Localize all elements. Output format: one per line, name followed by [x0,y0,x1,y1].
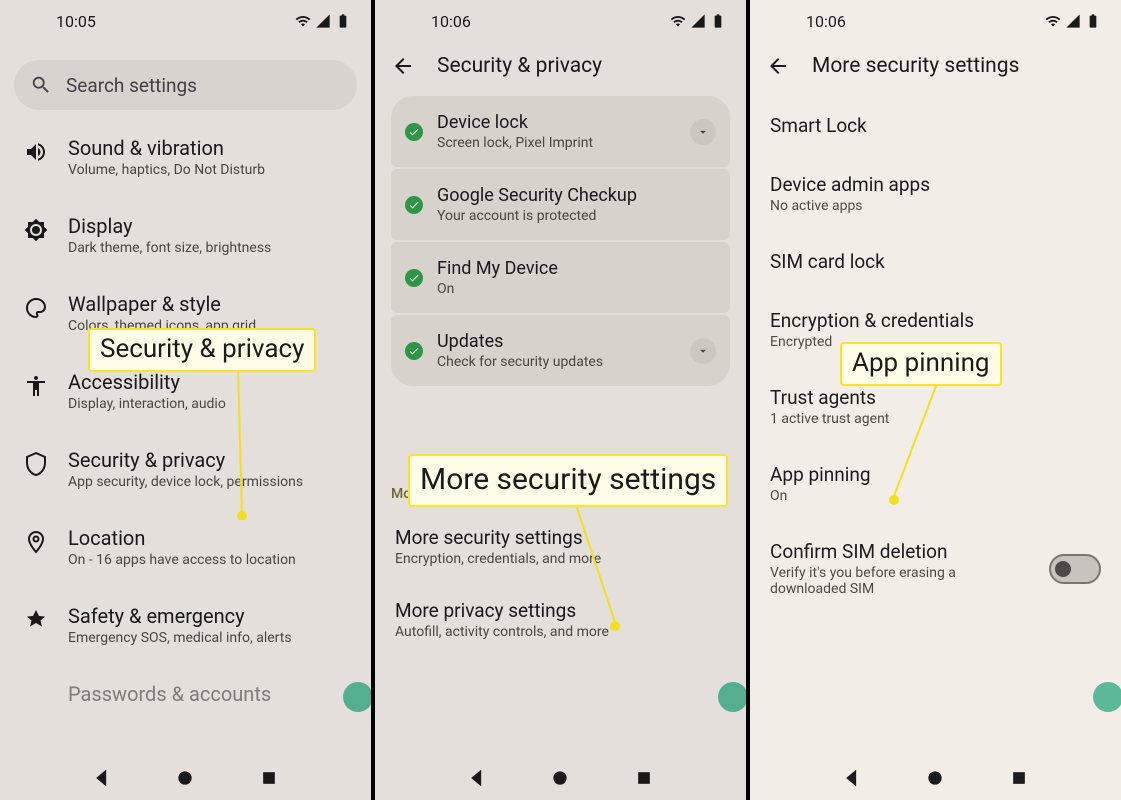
nav-bar [0,756,371,800]
search-icon [30,74,52,96]
accessibility-icon [24,374,48,398]
fab-button[interactable] [1093,682,1121,712]
brightness-icon [24,218,48,242]
row-confirm-sim-deletion[interactable]: Confirm SIM deletionVerify it's you befo… [750,522,1121,615]
menu-sound-vibration[interactable]: Sound & vibrationVolume, haptics, Do Not… [0,118,371,196]
row-device-admin[interactable]: Device admin appsNo active apps [750,155,1121,232]
clock: 10:06 [431,12,471,31]
status-bar: 10:06 [750,0,1121,40]
volume-icon [24,140,48,164]
row-app-pinning[interactable]: App pinningOn [750,445,1121,522]
location-icon [24,530,48,554]
fab-button[interactable] [718,682,746,712]
nav-recents-icon[interactable] [1009,768,1029,788]
battery-icon [1085,13,1101,29]
back-arrow-icon[interactable] [391,54,415,78]
card-google-checkup[interactable]: Google Security CheckupYour account is p… [391,169,730,240]
status-icons [295,13,351,29]
signal-icon [315,13,331,29]
card-device-lock[interactable]: Device lockScreen lock, Pixel Imprint [391,96,730,167]
chevron-down-icon[interactable] [690,338,716,364]
row-sim-lock[interactable]: SIM card lock [750,232,1121,291]
battery-icon [335,13,351,29]
nav-home-icon[interactable] [925,768,945,788]
nav-bar [750,756,1121,800]
chevron-down-icon[interactable] [690,119,716,145]
nav-back-icon[interactable] [92,768,112,788]
status-bar: 10:05 [0,0,371,40]
check-icon [405,123,423,141]
menu-location[interactable]: LocationOn - 16 apps have access to loca… [0,508,371,586]
key-icon [24,686,48,710]
search-placeholder: Search settings [66,74,197,97]
phone-screen-more-security: 10:06 More security settings Smart Lock … [750,0,1121,800]
check-icon [405,196,423,214]
settings-list: Sound & vibrationVolume, haptics, Do Not… [0,118,371,728]
callout-security-privacy: Security & privacy [88,328,316,372]
phone-screen-settings: 10:05 Search settings Sound & vibrationV… [0,0,371,800]
wifi-icon [1045,13,1061,29]
battery-icon [710,13,726,29]
nav-back-icon[interactable] [842,768,862,788]
app-bar: More security settings [750,40,1121,96]
wifi-icon [670,13,686,29]
card-updates[interactable]: UpdatesCheck for security updates [391,315,730,386]
signal-icon [690,13,706,29]
card-find-my-device[interactable]: Find My DeviceOn [391,242,730,313]
nav-home-icon[interactable] [550,768,570,788]
menu-safety-emergency[interactable]: Safety & emergencyEmergency SOS, medical… [0,586,371,664]
menu-display[interactable]: DisplayDark theme, font size, brightness [0,196,371,274]
shield-icon [24,452,48,476]
signal-icon [1065,13,1081,29]
clock: 10:05 [56,12,96,31]
phone-screen-security: 10:06 Security & privacy Device lockScre… [375,0,746,800]
status-bar: 10:06 [375,0,746,40]
fab-button[interactable] [343,682,371,712]
palette-icon [24,296,48,320]
row-more-privacy[interactable]: More privacy settings Autofill, activity… [375,583,746,656]
page-title: More security settings [812,54,1019,78]
wifi-icon [295,13,311,29]
status-icons [1045,13,1101,29]
callout-app-pinning: App pinning [840,342,1002,386]
clock: 10:06 [806,12,846,31]
toggle-off[interactable] [1049,554,1101,584]
nav-recents-icon[interactable] [259,768,279,788]
nav-home-icon[interactable] [175,768,195,788]
menu-passwords-accounts[interactable]: Passwords & accounts [0,664,371,728]
back-arrow-icon[interactable] [766,54,790,78]
row-more-security[interactable]: More security settings Encryption, crede… [375,510,746,583]
callout-more-security: More security settings [408,454,728,507]
check-icon [405,269,423,287]
emergency-icon [24,608,48,632]
row-smart-lock[interactable]: Smart Lock [750,96,1121,155]
check-icon [405,342,423,360]
nav-bar [375,756,746,800]
status-icons [670,13,726,29]
search-settings[interactable]: Search settings [14,60,357,110]
app-bar: Security & privacy [375,40,746,96]
security-status-cards: Device lockScreen lock, Pixel Imprint Go… [391,96,730,386]
menu-security-privacy[interactable]: Security & privacyApp security, device l… [0,430,371,508]
nav-back-icon[interactable] [467,768,487,788]
nav-recents-icon[interactable] [634,768,654,788]
page-title: Security & privacy [437,54,602,78]
